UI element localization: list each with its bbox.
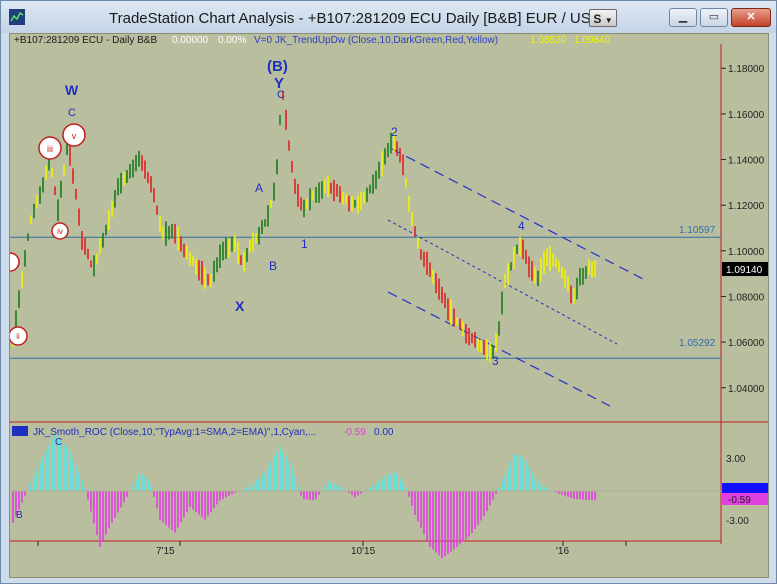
price-tick-label: 1.10000 <box>728 247 765 258</box>
wave-circle-ii: ii <box>10 326 28 346</box>
price-tick-label: 1.08000 <box>728 292 765 303</box>
app-icon <box>9 9 25 25</box>
wave-circle-edge <box>10 252 20 272</box>
chart-area[interactable]: +B107:281209 ECU - Daily B&B 0.00000 0.0… <box>9 33 769 578</box>
chart-canvas[interactable]: W C iii v iv ii (B) Y C A B X 1 2 3 4 1.… <box>10 34 768 577</box>
wave-label-iv: iv <box>57 227 63 236</box>
indicator-value1: -0.59 <box>343 427 366 438</box>
wave-label-c1: C <box>68 107 76 119</box>
price-bars <box>12 91 596 362</box>
close-icon: ✕ <box>746 11 756 23</box>
wave-label-ii: ii <box>16 332 20 341</box>
price-tick-label: 1.18000 <box>728 64 765 75</box>
wave-circle-iv: iv <box>51 222 69 240</box>
wave-label-v: v <box>72 131 77 141</box>
last-price-label: 1.09140 <box>726 265 763 276</box>
roc-tick-pos: 3.00 <box>726 454 746 465</box>
wave-label-iii: iii <box>47 144 53 154</box>
wave-label-a: A <box>255 181 263 195</box>
roc-histogram <box>12 433 596 559</box>
time-label-jan16: '16 <box>556 546 569 557</box>
wave-label-x: X <box>235 298 245 314</box>
wave-label-2: 2 <box>391 125 398 139</box>
price-axis[interactable]: 1.18000 1.16000 1.14000 1.12000 1.10000 1.080… <box>721 64 765 395</box>
price-tick-label: 1.04000 <box>728 384 765 395</box>
wave-label-c2: C <box>277 89 285 101</box>
title-bar[interactable]: TradeStation Chart Analysis - +B107:2812… <box>1 1 776 33</box>
channel-upper-line <box>391 148 644 280</box>
roc-label-b: B <box>16 510 23 521</box>
wave-circle-v: v <box>62 123 86 147</box>
close-button[interactable]: ✕ <box>731 8 771 27</box>
roc-tick-neg: -3.00 <box>726 516 749 527</box>
minimize-icon: ▁ <box>678 11 688 23</box>
maximize-icon: ▭ <box>708 11 720 23</box>
roc-current-label: -0.59 <box>728 495 751 506</box>
maximize-button[interactable]: ▭ <box>700 8 728 27</box>
symbol-link-label: S <box>593 12 602 26</box>
indicator-label: JK_Smoth_ROC (Close,10,"TypAvg:1=SMA,2=E… <box>33 427 316 438</box>
wave-label-w: W <box>65 82 79 98</box>
wave-label-b-paren: (B) <box>267 58 288 75</box>
symbol-link-button[interactable]: S ▼ <box>589 9 617 27</box>
roc-zero-tag <box>722 483 768 493</box>
wave-label-3: 3 <box>492 354 499 368</box>
price-tick-label: 1.16000 <box>728 110 765 121</box>
price-tick-label: 1.14000 <box>728 156 765 167</box>
trend-channel <box>387 148 644 407</box>
price-tick-label: 1.06000 <box>728 338 765 349</box>
wave-circle-iii: iii <box>38 136 62 160</box>
roc-label-c: C <box>55 437 62 448</box>
wave-label-1: 1 <box>301 237 308 251</box>
time-separators <box>37 541 627 546</box>
indicator-value2: 0.00 <box>374 427 394 438</box>
wave-label-b: B <box>269 259 277 273</box>
level-upper-tag: 1.10597 <box>679 225 716 236</box>
chart-window: TradeStation Chart Analysis - +B107:2812… <box>0 0 777 584</box>
channel-lower-line <box>387 291 611 407</box>
time-label-jul15: 7'15 <box>156 546 175 557</box>
price-tick-label: 1.12000 <box>728 201 765 212</box>
wave-label-4: 4 <box>518 219 525 233</box>
level-lower-tag: 1.05292 <box>679 338 716 349</box>
minimize-button[interactable]: ▁ <box>669 8 697 27</box>
level-lines <box>10 236 721 359</box>
window-title: TradeStation Chart Analysis - +B107:2812… <box>109 10 602 27</box>
indicator-icon <box>12 426 28 436</box>
time-label-oct15: 10'15 <box>351 546 376 557</box>
chevron-down-icon: ▼ <box>604 16 613 25</box>
